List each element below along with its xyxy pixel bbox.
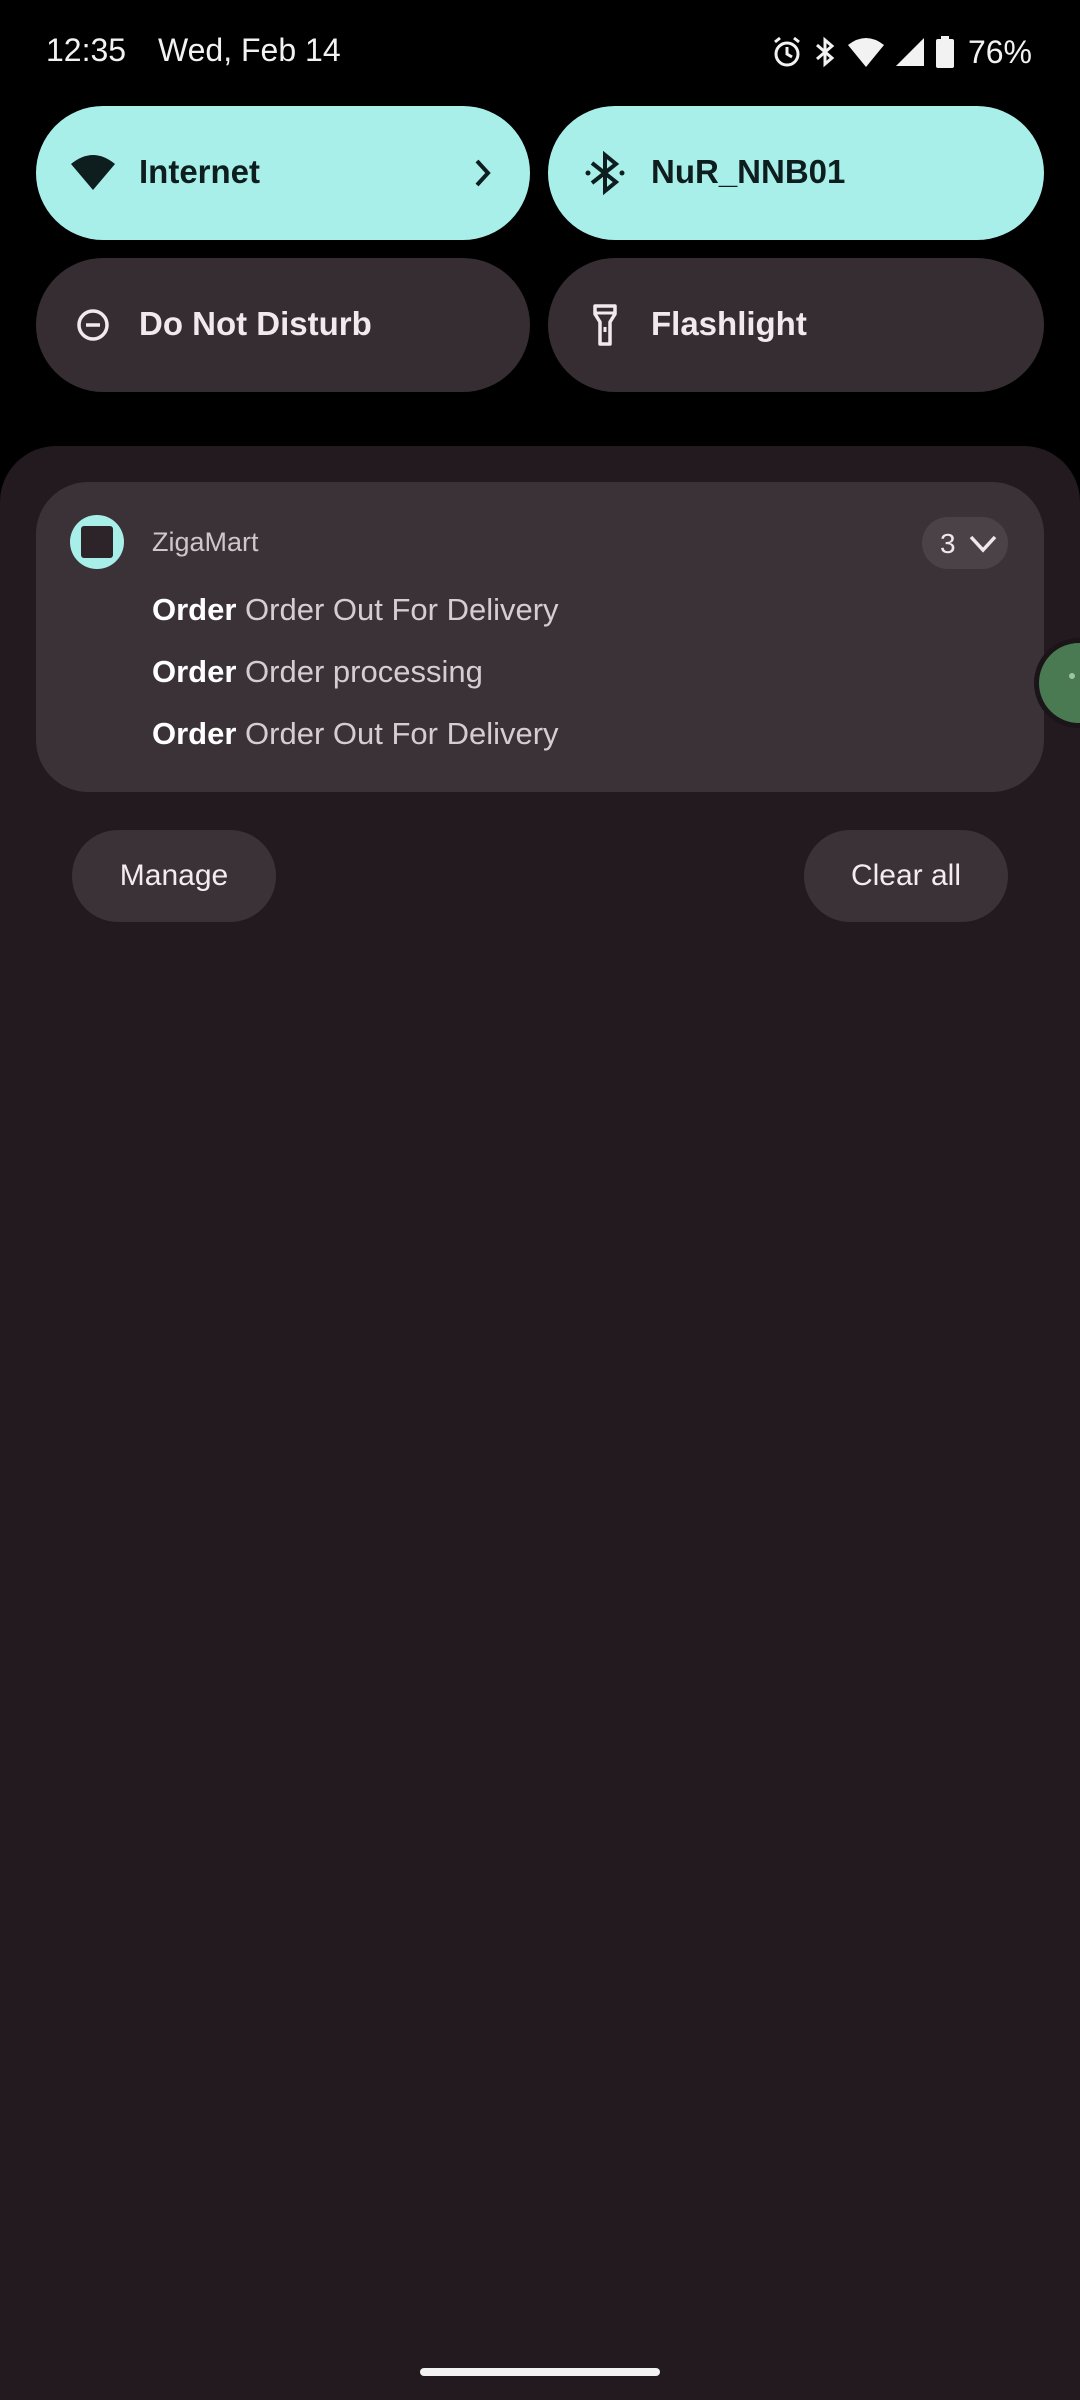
status-icons: 76% bbox=[772, 30, 1032, 74]
bluetooth-tile[interactable]: NuR_NNB01 bbox=[548, 106, 1044, 240]
notification-app-name: ZigaMart bbox=[152, 527, 259, 557]
cell-signal-icon bbox=[895, 38, 924, 66]
bluetooth-icon bbox=[585, 150, 625, 196]
message-title: Order bbox=[152, 654, 237, 689]
clear-all-button[interactable]: Clear all bbox=[804, 830, 1008, 922]
battery-percent: 76% bbox=[967, 33, 1032, 70]
do-not-disturb-tile[interactable]: Do Not Disturb bbox=[36, 258, 530, 392]
expand-notification-button[interactable]: 3 bbox=[922, 517, 1008, 569]
battery-icon bbox=[935, 36, 954, 68]
tile-label: Internet bbox=[139, 153, 261, 190]
chevron-down-icon bbox=[969, 535, 997, 553]
home-gesture-bar[interactable] bbox=[420, 2368, 660, 2376]
message-text: Order Out For Delivery bbox=[245, 592, 559, 627]
chevron-right-icon bbox=[475, 159, 491, 187]
tile-label: Flashlight bbox=[651, 305, 807, 342]
flashlight-icon bbox=[593, 304, 617, 346]
status-bar: 12:35 Wed, Feb 14 76% bbox=[0, 0, 1080, 104]
flashlight-tile[interactable]: Flashlight bbox=[548, 258, 1044, 392]
manage-button[interactable]: Manage bbox=[72, 830, 276, 922]
tile-label: NuR_NNB01 bbox=[651, 153, 846, 190]
bluetooth-icon bbox=[815, 36, 835, 68]
wifi-icon bbox=[71, 155, 115, 190]
date: Wed, Feb 14 bbox=[158, 32, 341, 68]
notification-message: Order Order Out For Delivery bbox=[152, 716, 559, 752]
wifi-icon bbox=[847, 38, 884, 67]
notification-message: Order Order Out For Delivery bbox=[152, 592, 559, 628]
message-text: Order processing bbox=[245, 654, 483, 689]
message-title: Order bbox=[152, 592, 237, 627]
notification-count: 3 bbox=[940, 528, 956, 559]
alarm-icon bbox=[774, 36, 800, 67]
zigamart-app-icon bbox=[70, 515, 124, 569]
tile-label: Do Not Disturb bbox=[139, 305, 372, 342]
clock: 12:35 bbox=[46, 32, 127, 68]
dnd-icon bbox=[77, 309, 109, 341]
notification-message: Order Order processing bbox=[152, 654, 483, 690]
message-text: Order Out For Delivery bbox=[245, 716, 559, 751]
message-title: Order bbox=[152, 716, 237, 751]
internet-tile[interactable]: Internet bbox=[36, 106, 530, 240]
